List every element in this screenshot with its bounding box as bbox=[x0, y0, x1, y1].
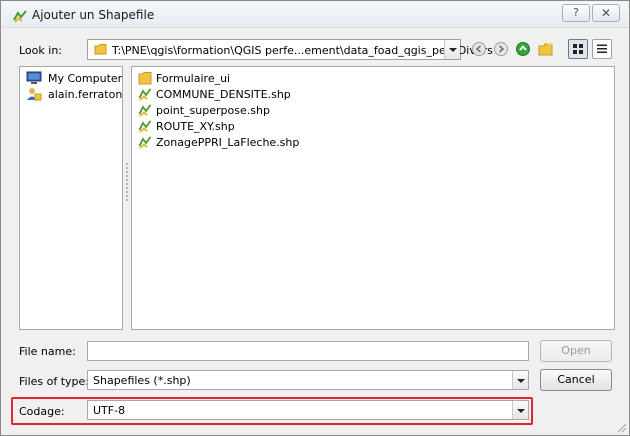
file-name: Formulaire_ui bbox=[156, 72, 231, 85]
splitter-handle[interactable] bbox=[125, 161, 129, 221]
new-folder-icon[interactable] bbox=[538, 41, 554, 57]
detail-view-icon bbox=[573, 44, 583, 54]
up-icon[interactable] bbox=[515, 41, 531, 57]
file-name: ZonagePPRI_LaFleche.shp bbox=[156, 136, 300, 149]
list-view-button[interactable] bbox=[592, 39, 612, 59]
forward-icon[interactable] bbox=[493, 41, 509, 57]
look-in-path: T:\PNE\qgis\formation\QGIS perfe...ement… bbox=[112, 44, 493, 57]
file-type-select[interactable]: Shapefiles (*.shp) bbox=[87, 370, 529, 390]
user-icon bbox=[27, 88, 42, 101]
folder-icon bbox=[94, 44, 107, 55]
folder-icon bbox=[138, 72, 152, 85]
title-bar[interactable]: Ajouter un Shapefile ? ✕ bbox=[2, 2, 628, 28]
file-name: point_superpose.shp bbox=[156, 104, 270, 117]
look-in-combo[interactable]: T:\PNE\qgis\formation\QGIS perfe...ement… bbox=[87, 39, 493, 60]
chevron-down-icon[interactable] bbox=[444, 40, 460, 59]
file-name-input[interactable] bbox=[87, 341, 529, 361]
chevron-down-icon[interactable] bbox=[512, 371, 528, 389]
file-name: COMMUNE_DENSITE.shp bbox=[156, 88, 291, 101]
close-button[interactable]: ✕ bbox=[592, 4, 620, 22]
shapefile-icon bbox=[138, 88, 152, 101]
detail-view-button[interactable] bbox=[568, 39, 588, 59]
sidebar-item-label: alain.ferraton bbox=[48, 88, 123, 101]
list-view-icon bbox=[597, 44, 607, 53]
help-button[interactable]: ? bbox=[562, 4, 590, 22]
file-name-label: File name: bbox=[19, 345, 76, 358]
dialog-window: Ajouter un Shapefile ? ✕ Look in: T:\PNE… bbox=[0, 0, 630, 436]
open-button[interactable]: Open bbox=[540, 340, 612, 362]
places-sidebar[interactable]: My Computer alain.ferraton bbox=[19, 66, 123, 330]
annotation-highlight-box bbox=[11, 397, 533, 425]
file-type-value: Shapefiles (*.shp) bbox=[93, 374, 191, 387]
file-list[interactable]: Formulaire_ui COMMUNE_DENSITE.shp point_… bbox=[131, 66, 615, 330]
shapefile-icon bbox=[138, 120, 152, 133]
sidebar-item-label: My Computer bbox=[48, 72, 123, 85]
back-icon[interactable] bbox=[471, 41, 487, 57]
computer-icon bbox=[26, 71, 42, 84]
window-title: Ajouter un Shapefile bbox=[32, 8, 155, 22]
resize-grip-icon[interactable] bbox=[615, 421, 627, 433]
cancel-button[interactable]: Cancel bbox=[540, 369, 612, 391]
shapefile-icon bbox=[138, 136, 152, 149]
qgis-shapefile-icon bbox=[13, 10, 27, 23]
file-name: ROUTE_XY.shp bbox=[156, 120, 235, 133]
files-of-type-label: Files of type: bbox=[19, 375, 90, 388]
look-in-label: Look in: bbox=[19, 44, 62, 57]
shapefile-icon bbox=[138, 104, 152, 117]
